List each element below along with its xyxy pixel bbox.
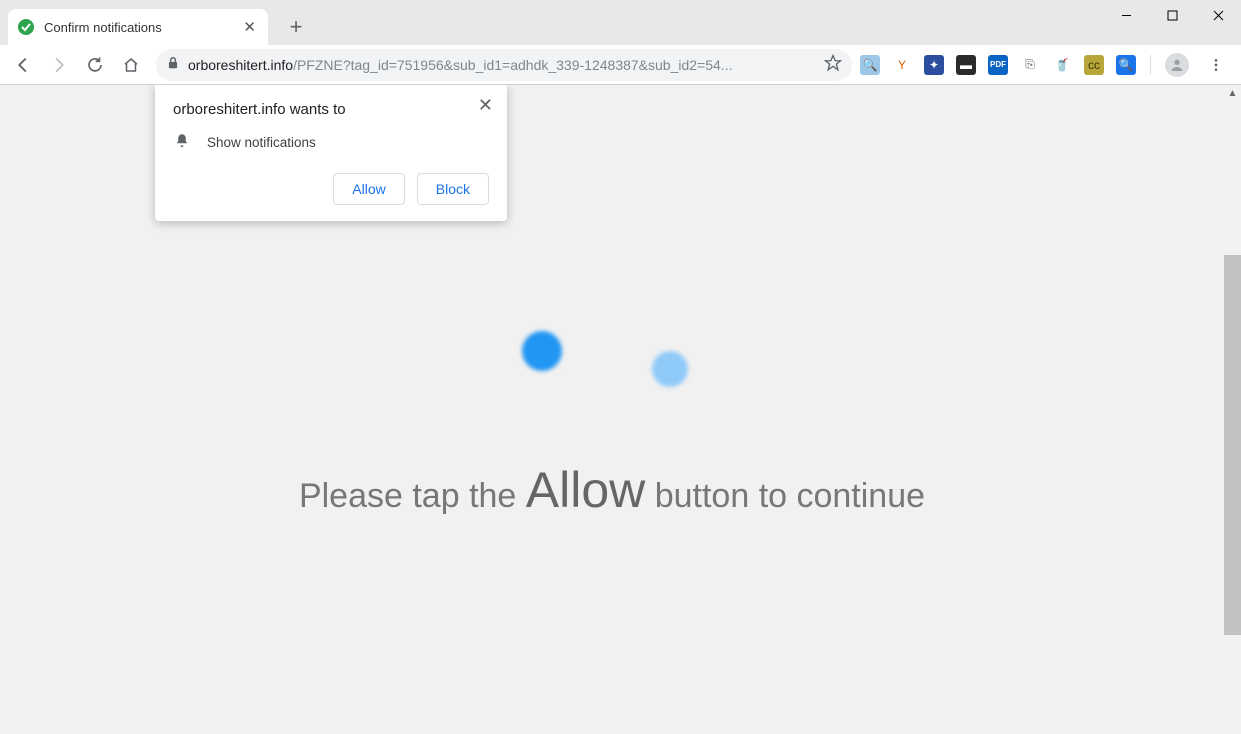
bell-icon bbox=[173, 132, 191, 153]
lock-icon bbox=[166, 56, 180, 73]
zoom-ext-icon[interactable]: 🔍 bbox=[1116, 55, 1136, 75]
tab-title: Confirm notifications bbox=[44, 20, 162, 35]
separator bbox=[1150, 55, 1151, 75]
reload-button[interactable] bbox=[78, 49, 112, 81]
text-after: button to continue bbox=[645, 477, 925, 515]
address-bar[interactable]: orboreshitert.info /PFZNE?tag_id=751956&… bbox=[156, 49, 852, 81]
notification-origin-text: orboreshitert.info wants to bbox=[173, 101, 489, 118]
browser-toolbar: orboreshitert.info /PFZNE?tag_id=751956&… bbox=[0, 45, 1241, 85]
bucket-ext-icon[interactable]: 🥤 bbox=[1052, 55, 1072, 75]
allow-button[interactable]: Allow bbox=[333, 173, 404, 205]
block-button[interactable]: Block bbox=[417, 173, 489, 205]
loader-dot bbox=[522, 331, 562, 371]
page-instruction-text: Please tap the Allow button to continue bbox=[299, 461, 925, 519]
text-emphasis: Allow bbox=[526, 462, 645, 518]
new-tab-button[interactable]: + bbox=[282, 13, 310, 41]
scroll-thumb[interactable] bbox=[1224, 255, 1241, 635]
display-ext-icon[interactable]: ▬ bbox=[956, 55, 976, 75]
check-icon bbox=[18, 19, 34, 35]
notification-permission-text: Show notifications bbox=[207, 135, 316, 150]
titlebar: Confirm notifications ✕ + bbox=[0, 0, 1241, 45]
cc-ext-icon[interactable]: cc bbox=[1084, 55, 1104, 75]
minimize-button[interactable] bbox=[1103, 0, 1149, 30]
notification-permission-popup: ✕ orboreshitert.info wants to Show notif… bbox=[155, 85, 507, 221]
forward-button[interactable] bbox=[42, 49, 76, 81]
back-button[interactable] bbox=[6, 49, 40, 81]
loading-animation bbox=[512, 301, 712, 421]
notification-permission-row: Show notifications bbox=[173, 132, 489, 153]
maximize-button[interactable] bbox=[1149, 0, 1195, 30]
close-popup-icon[interactable]: ✕ bbox=[474, 93, 497, 118]
text-before: Please tap the bbox=[299, 477, 526, 515]
url-host: orboreshitert.info bbox=[188, 57, 293, 73]
extensions-area: 🔍 Y ✦ ▬ PDF ⎘ 🥤 cc 🔍 bbox=[860, 49, 1235, 81]
vertical-scrollbar[interactable]: ▲ bbox=[1224, 85, 1241, 734]
profile-avatar-icon[interactable] bbox=[1165, 53, 1189, 77]
chrome-menu-icon[interactable] bbox=[1201, 49, 1231, 81]
bookmark-star-icon[interactable] bbox=[824, 54, 842, 75]
search-ext-icon[interactable]: 🔍 bbox=[860, 55, 880, 75]
blue-ext-icon[interactable]: ✦ bbox=[924, 55, 944, 75]
loader-dot bbox=[652, 351, 688, 387]
hn-ext-icon[interactable]: Y bbox=[892, 55, 912, 75]
browser-tab[interactable]: Confirm notifications ✕ bbox=[8, 9, 268, 45]
notification-actions: Allow Block bbox=[173, 173, 489, 205]
window-controls bbox=[1103, 0, 1241, 30]
scroll-up-arrow-icon[interactable]: ▲ bbox=[1224, 85, 1241, 102]
close-tab-icon[interactable]: ✕ bbox=[241, 18, 258, 36]
page-viewport: ✕ orboreshitert.info wants to Show notif… bbox=[0, 85, 1241, 734]
home-button[interactable] bbox=[114, 49, 148, 81]
close-window-button[interactable] bbox=[1195, 0, 1241, 30]
copy-ext-icon[interactable]: ⎘ bbox=[1020, 55, 1040, 75]
pdf-ext-icon[interactable]: PDF bbox=[988, 55, 1008, 75]
url-path: /PFZNE?tag_id=751956&sub_id1=adhdk_339-1… bbox=[293, 57, 816, 73]
